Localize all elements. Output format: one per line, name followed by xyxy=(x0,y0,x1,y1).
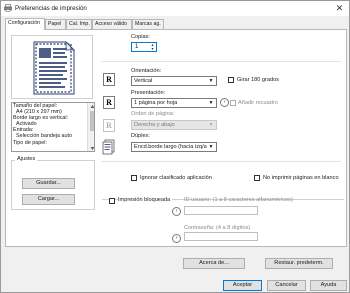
tab-acceso-valido[interactable]: Acceso válido xyxy=(92,19,132,29)
chevron-down-icon: ▼ xyxy=(207,143,215,151)
user-id-info-icon[interactable]: › xyxy=(172,207,181,216)
user-id-label: ID usuario: (1 a 8 caracteres alfanuméri… xyxy=(184,197,293,203)
close-icon[interactable]: ✕ xyxy=(334,3,345,14)
scroll-arrows-icon xyxy=(90,105,94,150)
tab-configuracion[interactable]: Configuración xyxy=(5,18,45,30)
orientation-select[interactable]: Vertical ▼ xyxy=(131,76,217,86)
duplex-value: Encd.borde largo (hacia izq/ar xyxy=(134,144,209,150)
rotate-180-checkbox[interactable] xyxy=(228,77,234,83)
tab-marcas-ag[interactable]: Marcas ag. xyxy=(132,19,164,29)
ajustes-group-label: Ajustes xyxy=(15,156,38,162)
duplex-label: Dúplex: xyxy=(131,133,150,139)
user-id-input[interactable] xyxy=(184,206,258,215)
copies-stepper[interactable]: 1 ▲ ▼ xyxy=(131,42,157,52)
page-preview xyxy=(11,35,93,99)
password-info-icon[interactable]: › xyxy=(172,234,181,243)
save-settings-button[interactable]: Guardar... xyxy=(22,178,75,189)
page-order-value: Derecha y abajo xyxy=(134,122,175,128)
duplex-preview-icon xyxy=(102,139,115,155)
rotate-180-label: Girar 180 grados xyxy=(237,77,279,83)
locked-print-label: Impresión bloqueada xyxy=(118,197,173,203)
document-preview-icon xyxy=(33,41,75,95)
locked-print-checkbox[interactable] xyxy=(109,198,115,204)
chevron-down-icon: ▼ xyxy=(208,78,214,84)
page-order-preview-icon: R xyxy=(103,119,115,132)
window-title: Preferencias de impresión xyxy=(15,4,87,12)
duplex-select[interactable]: Encd.borde largo (hacia izq/ar ▼ xyxy=(131,142,217,152)
add-border-checkbox[interactable] xyxy=(230,100,236,106)
restore-defaults-button[interactable]: Restaur. predeterm. xyxy=(265,258,333,269)
divider xyxy=(101,61,341,62)
cancel-button[interactable]: Cancelar xyxy=(267,280,306,291)
settings-summary-list[interactable]: Tamaño del papel: A4 (210 x 297 mm) Bord… xyxy=(11,102,95,152)
orientation-label: Orientación: xyxy=(131,68,162,74)
add-border-label: Añadir recuadro xyxy=(238,100,278,106)
title-bar: Preferencias de impresión ✕ xyxy=(1,1,349,16)
page-order-select[interactable]: Derecha y abajo ▼ xyxy=(131,120,217,130)
layout-label: Presentación: xyxy=(131,90,166,96)
spin-down-icon[interactable]: ▼ xyxy=(149,47,156,51)
password-label: Contraseña: (4 a 8 dígitos) xyxy=(184,225,251,231)
orientation-value: Vertical xyxy=(134,78,153,84)
page-order-label: Orden de página: xyxy=(131,111,175,117)
divider xyxy=(101,161,341,162)
load-settings-button[interactable]: Cargar... xyxy=(22,194,75,205)
layout-value: 1 página por hoja xyxy=(134,100,178,106)
list-scrollbar[interactable] xyxy=(87,103,94,151)
list-item: Tipo de papel: xyxy=(13,139,47,146)
chevron-down-icon: ▼ xyxy=(208,122,214,128)
no-blank-pages-checkbox[interactable] xyxy=(254,175,260,181)
copies-label: Copias: xyxy=(131,34,150,40)
password-input[interactable] xyxy=(184,232,258,241)
layout-select[interactable]: 1 página por hoja ▼ xyxy=(131,98,217,108)
tab-cal-imp[interactable]: Cal. Imp. xyxy=(66,19,92,29)
print-preferences-window: Preferencias de impresión ✕ Configuració… xyxy=(0,0,350,293)
orientation-preview-icon: R xyxy=(103,73,115,86)
ignore-collate-label: Ignorar clasificado aplicación xyxy=(140,175,212,181)
copies-value: 1 xyxy=(135,44,139,50)
about-button[interactable]: Acerca de... xyxy=(183,258,245,269)
help-button[interactable]: Ayuda xyxy=(310,280,347,291)
layout-preview-icon: R xyxy=(103,96,115,109)
chevron-down-icon: ▼ xyxy=(208,100,214,106)
tab-papel[interactable]: Papel xyxy=(45,19,66,29)
ignore-collate-checkbox[interactable] xyxy=(131,175,137,181)
printer-icon xyxy=(4,4,12,12)
layout-info-icon[interactable]: › xyxy=(220,98,229,107)
no-blank-pages-label: No imprimir páginas en blanco xyxy=(263,175,339,181)
ok-button[interactable]: Aceptar xyxy=(223,280,262,291)
